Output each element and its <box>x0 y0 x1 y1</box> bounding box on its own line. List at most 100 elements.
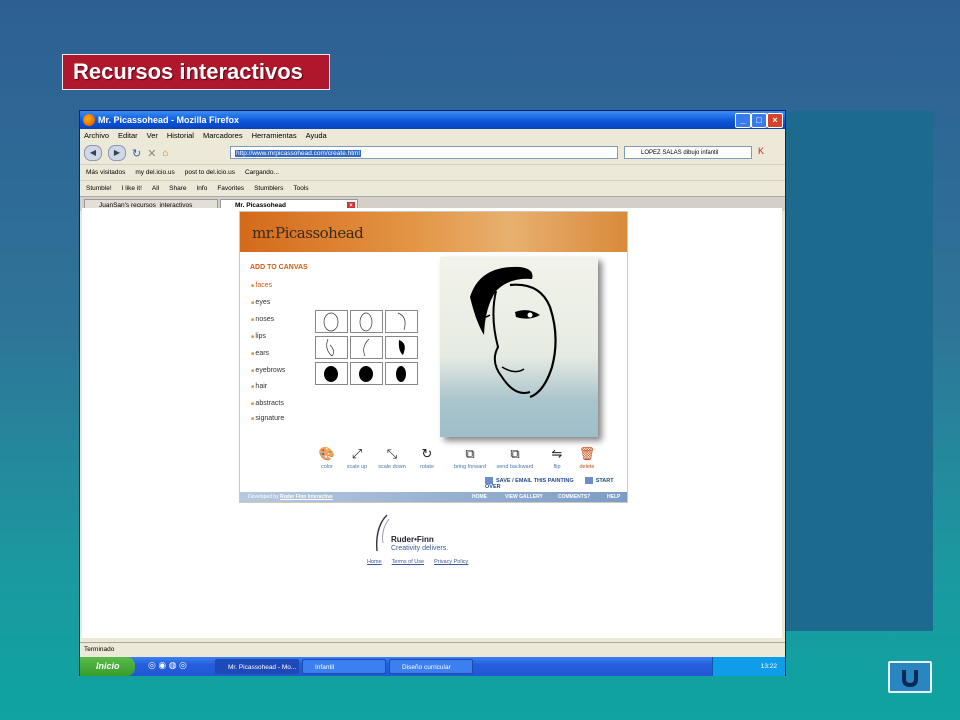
delete-tool[interactable]: 🗑 delete <box>567 444 607 470</box>
return-button[interactable] <box>888 661 932 693</box>
send-backward-tool[interactable]: ⧉ send backward <box>495 444 535 470</box>
rotate-tool[interactable]: ↻ rotate <box>407 444 447 470</box>
face-shape-option[interactable] <box>385 362 418 385</box>
bring-forward-icon: ⧉ <box>465 446 475 461</box>
navigation-toolbar: ◀ ▶ ↻ ✕ ⌂ http://www.mrpicassohead.com/c… <box>80 142 785 164</box>
face-shape-option[interactable] <box>385 310 418 333</box>
favorites-button[interactable]: Favorites <box>217 181 244 196</box>
painting-canvas[interactable] <box>440 257 598 437</box>
category-eyes[interactable]: eyes <box>251 299 270 306</box>
category-hair[interactable]: hair <box>251 383 267 390</box>
save-row: SAVE / EMAIL THIS PAINTING START OVER <box>485 477 627 490</box>
reload-icon[interactable]: ↻ <box>132 147 141 160</box>
menu-marcadores[interactable]: Marcadores <box>203 129 243 142</box>
link-home[interactable]: Home <box>367 559 382 565</box>
category-faces[interactable]: faces <box>251 282 272 289</box>
back-icon[interactable]: ◀ <box>84 145 102 161</box>
menubar: Archivo Editar Ver Historial Marcadores … <box>80 129 785 142</box>
scale-up-tool[interactable]: ⤢ scale up <box>337 444 377 470</box>
picassohead-footer: Developed by Ruder Finn Interactive HOME… <box>240 492 627 502</box>
ruder-finn-tagline: Creativity delivers. <box>391 545 449 552</box>
all-dropdown[interactable]: All <box>152 181 159 196</box>
tools-button[interactable]: Tools <box>293 181 308 196</box>
stop-icon[interactable]: ✕ <box>147 147 156 160</box>
menu-ayuda[interactable]: Ayuda <box>306 129 327 142</box>
minimize-button[interactable]: _ <box>735 113 751 128</box>
firefox-icon <box>83 114 95 126</box>
page-content: mr.Picassohead ADD TO CANVAS faces eyes … <box>82 208 782 638</box>
link-privacy[interactable]: Privacy Policy <box>434 559 468 565</box>
link-terms[interactable]: Terms of Use <box>392 559 424 565</box>
search-engine-icon[interactable]: K <box>758 146 764 156</box>
info-button[interactable]: Info <box>196 181 207 196</box>
bookmark-my-delicious[interactable]: my del.icio.us <box>135 165 174 180</box>
menu-historial[interactable]: Historial <box>167 129 194 142</box>
url-text: http://www.mrpicassohead.com/create.html <box>235 150 361 157</box>
taskbar-item-infantil[interactable]: Infantil <box>302 659 386 674</box>
quick-launch-icons[interactable]: ◎ ◉ ◍ ◎ <box>148 660 187 671</box>
menu-editar[interactable]: Editar <box>118 129 138 142</box>
face-shape-option[interactable] <box>315 310 348 333</box>
ruder-finn-swoosh-icon <box>376 514 390 552</box>
category-noses[interactable]: noses <box>251 316 274 323</box>
clock[interactable]: 13:22 <box>761 657 777 676</box>
face-shape-option[interactable] <box>350 310 383 333</box>
category-eyebrows[interactable]: eyebrows <box>251 367 285 374</box>
bookmark-post-delicious[interactable]: post to del.icio.us <box>185 165 235 180</box>
category-ears[interactable]: ears <box>251 350 269 357</box>
face-shape-grid <box>315 310 422 388</box>
developer-link[interactable]: Ruder Finn Interactive <box>280 494 333 500</box>
side-panel <box>786 111 933 631</box>
browser-window: Mr. Picassohead - Mozilla Firefox _ □ × … <box>79 110 786 676</box>
start-over-icon <box>584 477 593 484</box>
menu-herramientas[interactable]: Herramientas <box>252 129 297 142</box>
category-signature[interactable]: signature <box>251 415 284 422</box>
face-shape-option[interactable] <box>385 336 418 359</box>
ruder-finn-links: Home Terms of Use Privacy Policy <box>367 559 468 565</box>
menu-archivo[interactable]: Archivo <box>84 129 109 142</box>
home-icon[interactable]: ⌂ <box>162 148 168 159</box>
category-abstracts[interactable]: abstracts <box>251 400 283 407</box>
save-email-link[interactable]: SAVE / EMAIL THIS PAINTING <box>496 478 574 484</box>
footer-link-home[interactable]: HOME <box>472 492 487 502</box>
footer-link-help[interactable]: HELP <box>607 492 620 502</box>
category-lips[interactable]: lips <box>251 333 266 340</box>
start-button[interactable]: Inicio <box>80 657 135 676</box>
stumblers-button[interactable]: Stumblers <box>254 181 283 196</box>
scale-down-icon: ⤡ <box>386 446 398 461</box>
face-shape-option[interactable] <box>315 362 348 385</box>
rotate-icon: ↻ <box>421 446 433 461</box>
face-shape-option[interactable] <box>350 336 383 359</box>
bookmarks-toolbar: Más visitados my del.icio.us post to del… <box>80 164 785 180</box>
bookmark-cargando[interactable]: Cargando... <box>245 165 279 180</box>
add-to-canvas-title: ADD TO CANVAS <box>250 264 308 271</box>
face-shape-option[interactable] <box>350 362 383 385</box>
tool-bar: 🎨 color ⤢ scale up ⤡ scale down ↻ rotate ⧉ br… <box>312 444 612 476</box>
share-button[interactable]: Share <box>169 181 186 196</box>
picassohead-app: mr.Picassohead ADD TO CANVAS faces eyes … <box>239 211 628 503</box>
status-bar: Terminado <box>80 642 785 655</box>
menu-ver[interactable]: Ver <box>147 129 158 142</box>
footer-link-comments[interactable]: COMMENTS? <box>558 492 590 502</box>
face-shape-option[interactable] <box>315 336 348 359</box>
scale-down-tool[interactable]: ⤡ scale down <box>372 444 412 470</box>
save-icon <box>485 477 493 484</box>
slide-title: Recursos interactivos <box>62 54 330 90</box>
like-button[interactable]: I like it! <box>122 181 142 196</box>
url-bar[interactable]: http://www.mrpicassohead.com/create.html <box>230 146 618 159</box>
forward-icon[interactable]: ▶ <box>108 145 126 161</box>
taskbar-item-diseno[interactable]: Diseño curricular <box>389 659 473 674</box>
picassohead-logo: mr.Picassohead <box>252 224 364 242</box>
footer-link-gallery[interactable]: VIEW GALLERY <box>505 492 543 502</box>
window-titlebar: Mr. Picassohead - Mozilla Firefox _ □ × <box>80 111 785 129</box>
send-backward-icon: ⧉ <box>510 446 520 461</box>
bring-forward-tool[interactable]: ⧉ bring forward <box>450 444 490 470</box>
u-turn-arrow-icon <box>902 670 918 688</box>
bookmark-mas-visitados[interactable]: Más visitados <box>86 165 125 180</box>
stumble-button[interactable]: Stumble! <box>86 181 112 196</box>
stumbleupon-toolbar: Stumble! I like it! All Share Info Favor… <box>80 180 785 196</box>
maximize-button[interactable]: □ <box>751 113 767 128</box>
taskbar-item-firefox[interactable]: Mr. Picassohead - Mo... <box>215 659 299 674</box>
search-input[interactable]: LOPEZ SALAS dibujo infantil <box>624 146 752 159</box>
close-button[interactable]: × <box>767 113 783 128</box>
